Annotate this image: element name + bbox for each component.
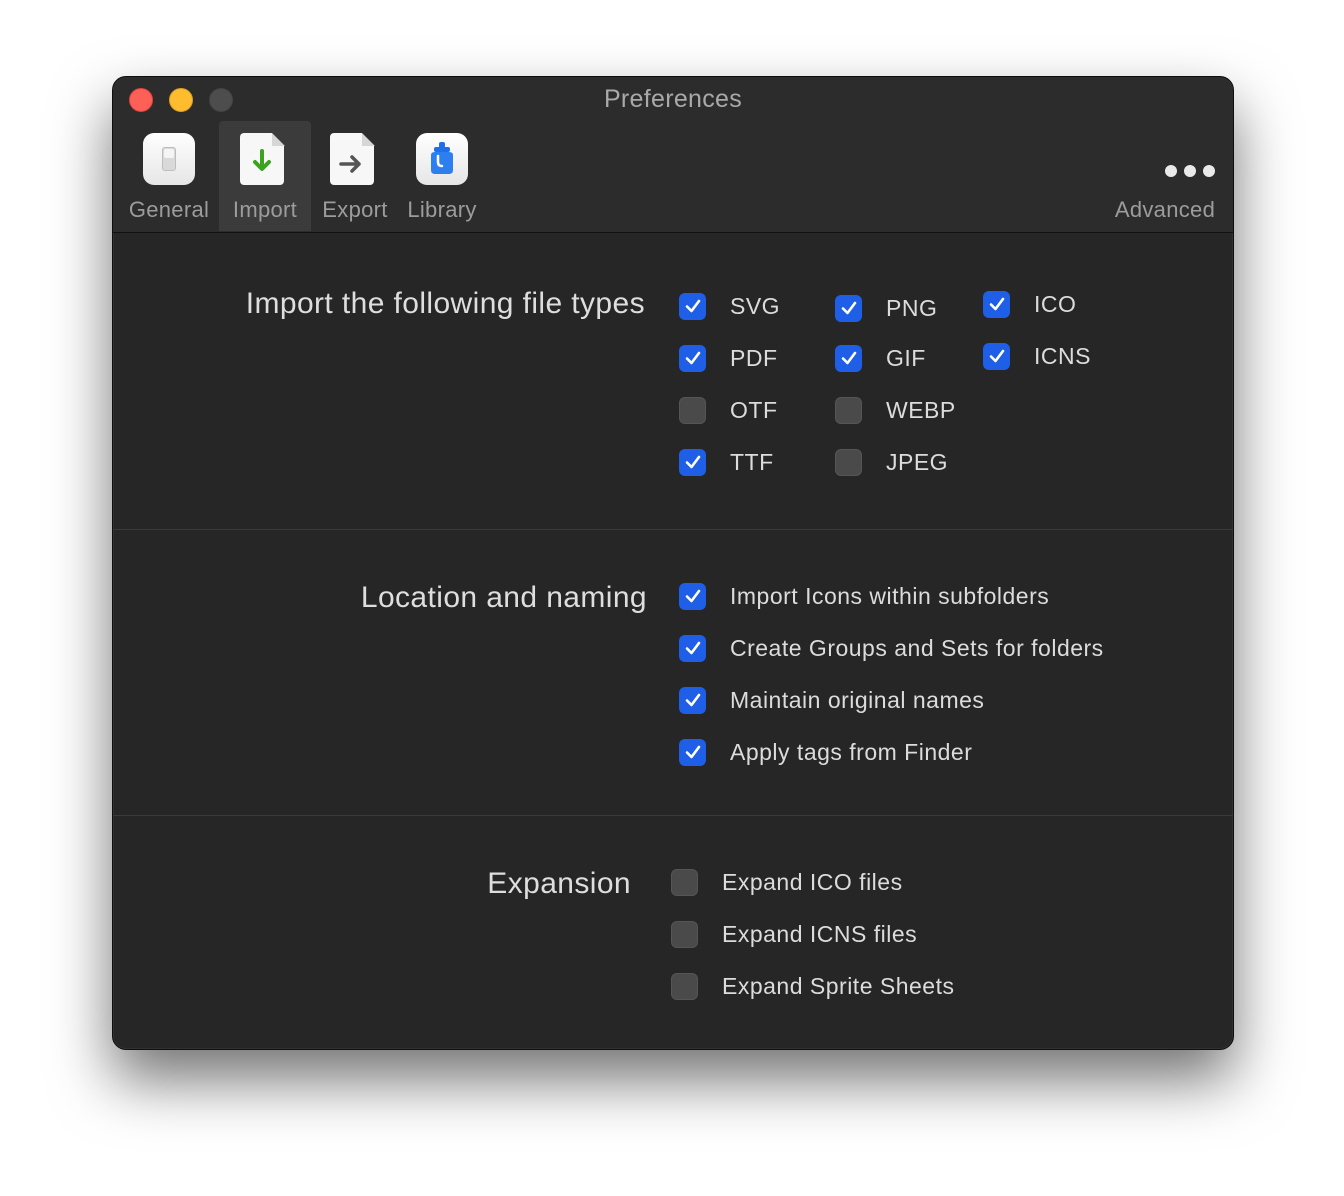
checkbox[interactable] bbox=[671, 868, 698, 896]
section-divider bbox=[113, 529, 1233, 530]
checkbox-label: ICNS bbox=[1034, 342, 1091, 369]
file-types-section-label: Import the following file types bbox=[245, 287, 645, 320]
checkbox-label: Create Groups and Sets for folders bbox=[730, 634, 1104, 661]
tab-export[interactable]: Export bbox=[317, 121, 393, 231]
checkbox-location-3[interactable]: Maintain original names bbox=[679, 684, 984, 716]
checkbox-label: SVG bbox=[730, 292, 781, 319]
checkbox-label: JPEG bbox=[886, 448, 949, 475]
checkmark-icon bbox=[685, 693, 700, 707]
checkmark-icon bbox=[685, 455, 700, 469]
checkmark-icon bbox=[685, 299, 700, 313]
checkmark-icon bbox=[841, 351, 856, 365]
preferences-window: Preferences General Import Export Librar… bbox=[112, 76, 1234, 1050]
tab-general[interactable]: General bbox=[127, 121, 211, 231]
checkbox[interactable] bbox=[835, 448, 862, 476]
checkbox-label: WEBP bbox=[886, 396, 956, 423]
checkbox[interactable] bbox=[983, 290, 1010, 318]
checkbox[interactable] bbox=[679, 634, 706, 662]
location-section-label: Location and naming bbox=[360, 581, 647, 614]
checkbox[interactable] bbox=[679, 582, 706, 610]
tab-import[interactable]: Import bbox=[219, 121, 311, 231]
checkbox[interactable] bbox=[679, 344, 706, 372]
titlebar: Preferences General Import Export Librar… bbox=[113, 77, 1233, 233]
checkmark-icon bbox=[841, 301, 856, 315]
tab-advanced-label: Advanced bbox=[1114, 197, 1216, 222]
checkbox[interactable] bbox=[679, 738, 706, 766]
checkbox[interactable] bbox=[835, 294, 862, 322]
tab-general-label: General bbox=[128, 197, 210, 222]
checkbox-label: Maintain original names bbox=[730, 686, 985, 713]
tab-export-label: Export bbox=[322, 197, 388, 222]
checkbox[interactable] bbox=[679, 686, 706, 714]
import-document-icon bbox=[239, 133, 291, 185]
checkbox-pdf[interactable]: PDF bbox=[679, 342, 778, 374]
checkmark-icon bbox=[989, 297, 1004, 311]
checkbox-label: Expand ICNS files bbox=[722, 920, 918, 947]
window-title: Preferences bbox=[603, 85, 743, 113]
checkmark-icon bbox=[989, 349, 1004, 363]
section-divider bbox=[113, 815, 1233, 816]
checkbox[interactable] bbox=[835, 396, 862, 424]
checkbox[interactable] bbox=[983, 342, 1010, 370]
checkbox-label: Expand ICO files bbox=[722, 868, 903, 895]
checkbox[interactable] bbox=[679, 448, 706, 476]
checkbox-label: ICO bbox=[1034, 290, 1077, 317]
checkbox[interactable] bbox=[671, 920, 698, 948]
checkbox-ttf[interactable]: TTF bbox=[679, 446, 774, 478]
checkbox-expansion-3[interactable]: Expand Sprite Sheets bbox=[671, 970, 954, 1002]
checkbox-location-4[interactable]: Apply tags from Finder bbox=[679, 736, 972, 768]
checkmark-icon bbox=[685, 745, 700, 759]
checkbox-label: Apply tags from Finder bbox=[730, 738, 973, 765]
switch-icon bbox=[143, 133, 195, 185]
checkbox-png[interactable]: PNG bbox=[835, 292, 937, 324]
checkbox-label: PDF bbox=[730, 344, 778, 371]
checkbox-otf[interactable]: OTF bbox=[679, 394, 778, 426]
export-document-icon bbox=[329, 133, 381, 185]
expansion-section-label: Expansion bbox=[487, 867, 631, 900]
tab-library-label: Library bbox=[407, 197, 477, 222]
checkbox-svg[interactable]: SVG bbox=[679, 290, 780, 322]
more-dots-icon bbox=[1139, 133, 1215, 185]
checkbox-expansion-1[interactable]: Expand ICO files bbox=[671, 866, 903, 898]
checkbox-label: Expand Sprite Sheets bbox=[722, 972, 955, 999]
checkbox-label: Import Icons within subfolders bbox=[730, 582, 1050, 609]
checkbox-location-2[interactable]: Create Groups and Sets for folders bbox=[679, 632, 1104, 664]
checkbox[interactable] bbox=[679, 292, 706, 320]
tab-library[interactable]: Library bbox=[403, 121, 481, 231]
checkmark-icon bbox=[685, 589, 700, 603]
checkbox-jpeg[interactable]: JPEG bbox=[835, 446, 948, 478]
checkbox-icns[interactable]: ICNS bbox=[983, 340, 1091, 372]
checkbox-label: GIF bbox=[886, 344, 926, 371]
checkbox-expansion-2[interactable]: Expand ICNS files bbox=[671, 918, 917, 950]
checkbox-label: TTF bbox=[730, 448, 774, 475]
checkbox-ico[interactable]: ICO bbox=[983, 288, 1076, 320]
checkbox[interactable] bbox=[679, 396, 706, 424]
checkbox-webp[interactable]: WEBP bbox=[835, 394, 956, 426]
tab-import-label: Import bbox=[232, 197, 298, 222]
checkbox-gif[interactable]: GIF bbox=[835, 342, 926, 374]
checkmark-icon bbox=[685, 351, 700, 365]
checkbox-label: PNG bbox=[886, 294, 938, 321]
tab-advanced[interactable]: Advanced bbox=[1113, 121, 1217, 231]
checkbox-location-1[interactable]: Import Icons within subfolders bbox=[679, 580, 1049, 612]
checkmark-icon bbox=[685, 641, 700, 655]
checkbox-label: OTF bbox=[730, 396, 778, 423]
jar-icon bbox=[416, 133, 468, 185]
checkbox[interactable] bbox=[671, 972, 698, 1000]
checkbox[interactable] bbox=[835, 344, 862, 372]
